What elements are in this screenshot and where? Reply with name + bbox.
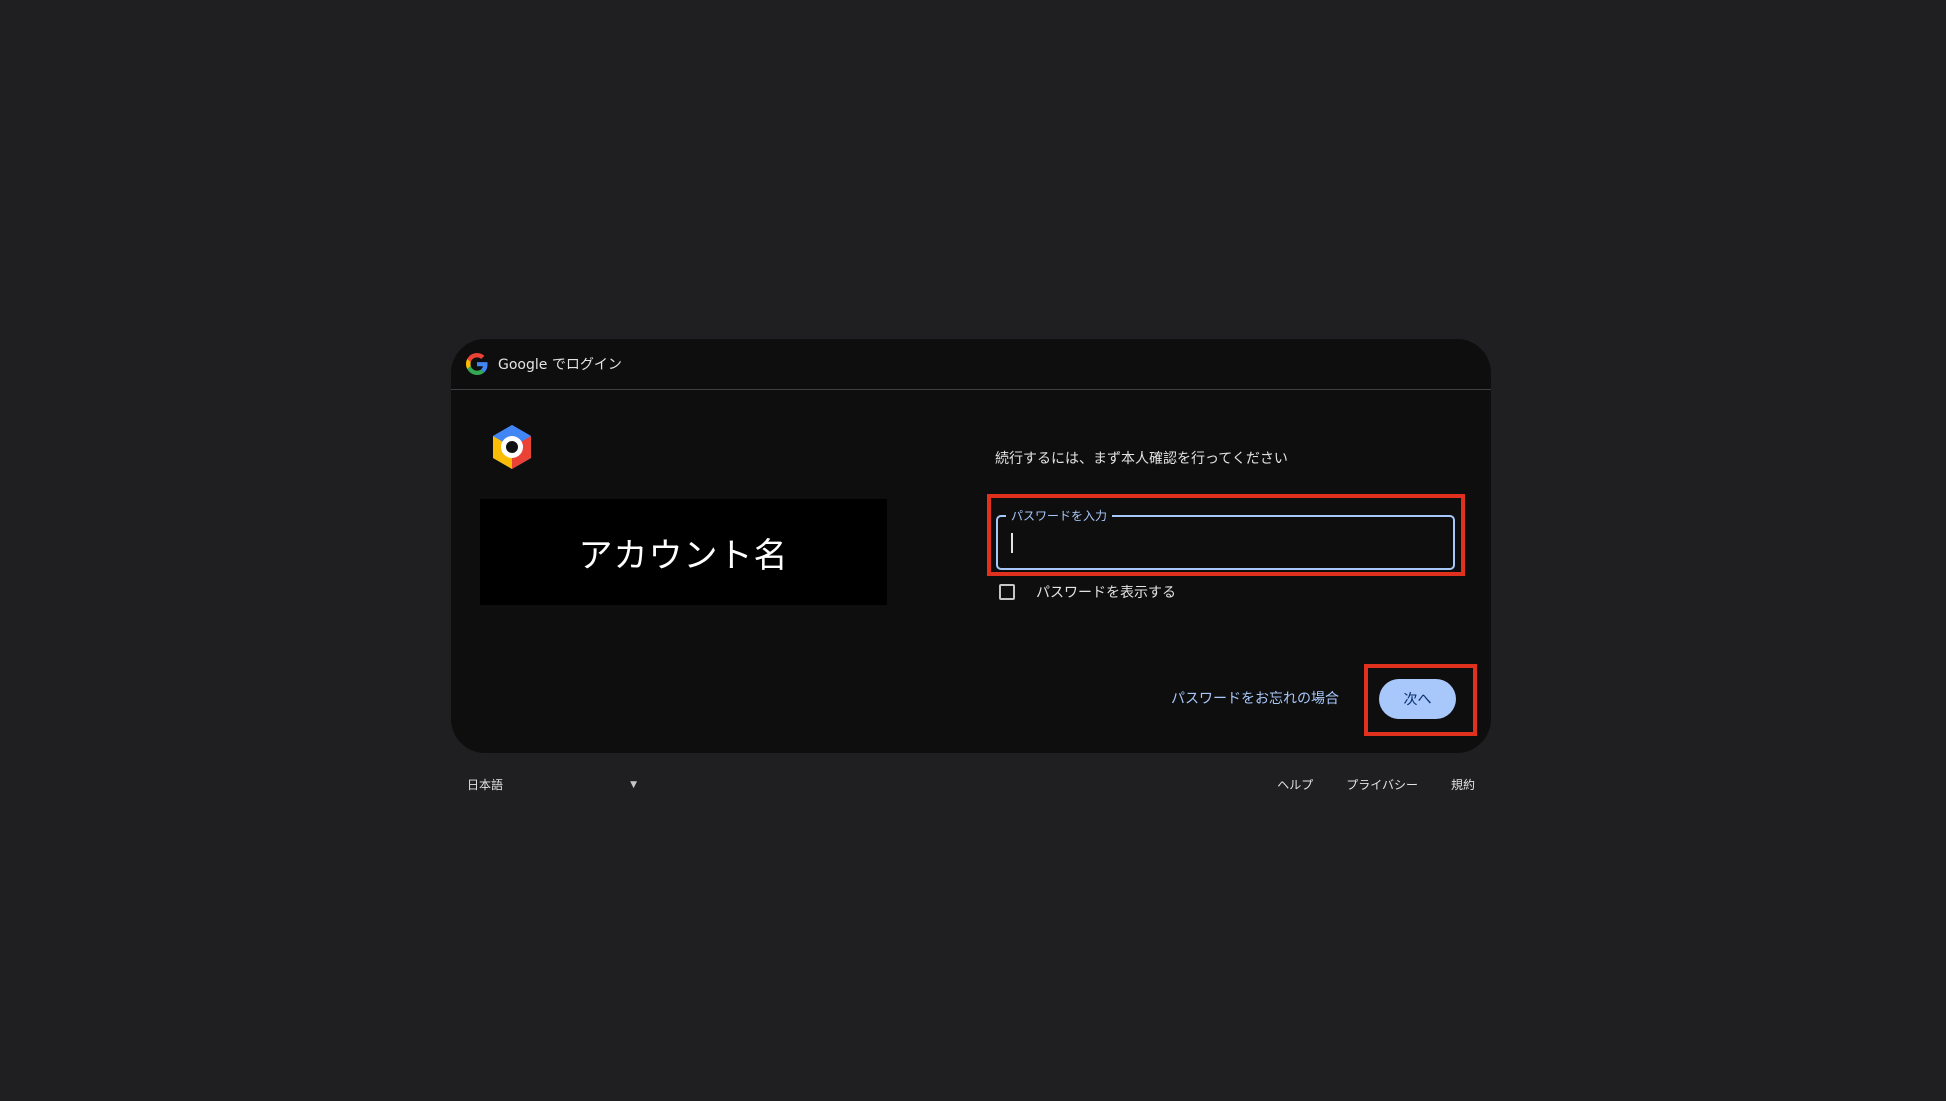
header-title: Google でログイン	[498, 357, 622, 373]
language-select[interactable]: 日本語 ▼	[467, 776, 637, 793]
password-input[interactable]	[1010, 525, 1444, 561]
forgot-password-link[interactable]: パスワードをお忘れの場合	[1171, 688, 1339, 708]
next-button[interactable]: 次へ	[1379, 679, 1456, 719]
show-password-row[interactable]: パスワードを表示する	[999, 582, 1176, 602]
instruction-text: 続行するには、まず本人確認を行ってください	[995, 451, 1288, 467]
account-name-box: アカウント名	[480, 499, 887, 605]
footer: 日本語 ▼ ヘルプ プライバシー 規約	[451, 768, 1491, 802]
account-name: アカウント名	[578, 535, 789, 576]
google-g-icon	[466, 353, 488, 375]
google-cloud-hexagon-icon	[487, 424, 537, 470]
footer-link-terms[interactable]: 規約	[1451, 776, 1475, 793]
footer-link-help[interactable]: ヘルプ	[1277, 776, 1313, 793]
sign-in-card: Google でログイン アカウント名 続行するには、まず本人確認を行ってくださ…	[451, 339, 1491, 753]
chevron-down-icon: ▼	[630, 779, 637, 790]
show-password-label[interactable]: パスワードを表示する	[1036, 582, 1176, 602]
show-password-checkbox[interactable]	[999, 584, 1015, 600]
language-label: 日本語	[467, 778, 504, 792]
password-field[interactable]: パスワードを入力	[996, 507, 1455, 570]
footer-links: ヘルプ プライバシー 規約	[1277, 776, 1475, 793]
password-field-label: パスワードを入力	[1006, 507, 1113, 524]
card-header: Google でログイン	[451, 339, 1491, 390]
text-cursor	[1011, 533, 1013, 553]
footer-link-privacy[interactable]: プライバシー	[1346, 776, 1418, 793]
